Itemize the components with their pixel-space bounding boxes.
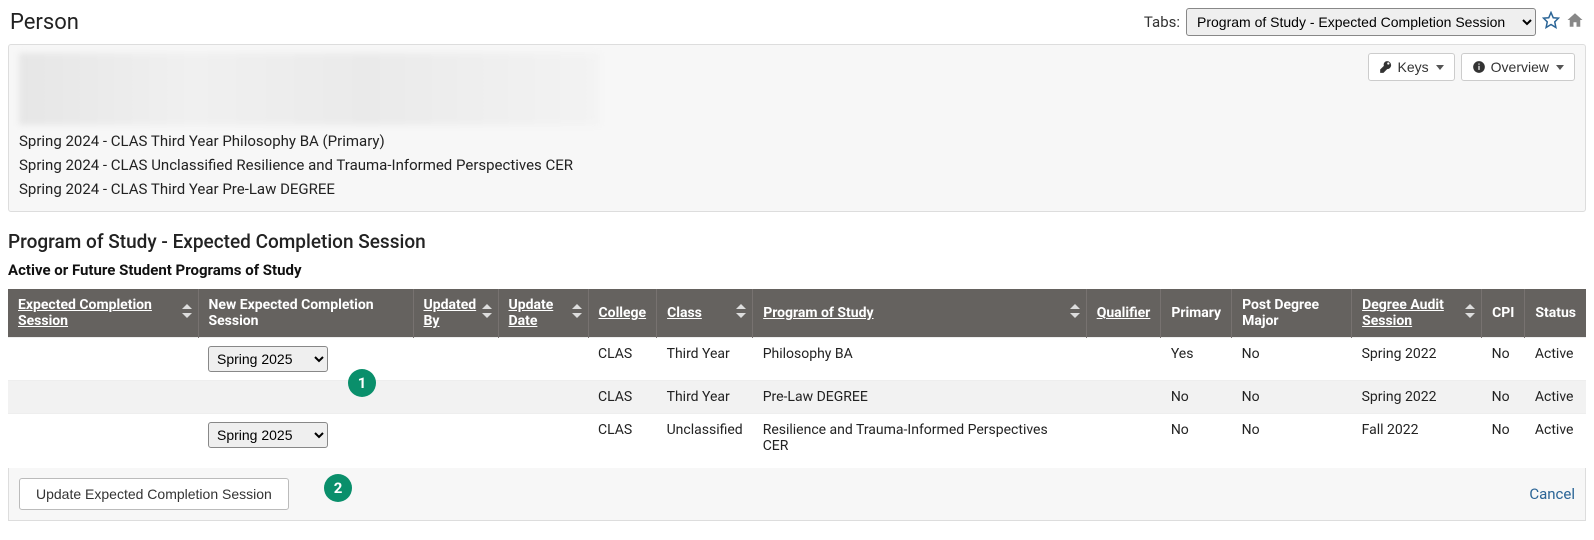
cell-cpi: No [1482,381,1525,414]
update-button[interactable]: Update Expected Completion Session [19,478,289,510]
cell-upddate [498,414,588,463]
cell-updby [413,381,498,414]
col-header-status: Status [1525,289,1586,338]
star-icon[interactable] [1542,11,1560,33]
programs-table: Expected Completion Session New Expected… [8,289,1586,462]
sort-icon [1070,304,1080,322]
cell-necs [198,381,413,414]
cancel-link[interactable]: Cancel [1529,485,1575,503]
context-panel: Keys Overview Spring 2024 - CLAS Third Y… [8,44,1586,212]
col-header-cpi: CPI [1482,289,1525,338]
context-program-line: Spring 2024 - CLAS Unclassified Resilien… [19,153,1575,177]
col-header-das[interactable]: Degree Audit Session [1352,289,1482,338]
sort-icon [1465,304,1475,322]
cell-status: Active [1525,381,1586,414]
col-header-college[interactable]: College [588,289,657,338]
cell-das: Spring 2022 [1352,338,1482,381]
cell-updby [413,338,498,381]
col-header-prim: Primary [1161,289,1232,338]
footer-bar: Update Expected Completion Session 2 Can… [8,468,1586,521]
col-header-updby[interactable]: Updated By [413,289,498,338]
section-subheading: Active or Future Student Programs of Stu… [8,261,1586,279]
cell-qual [1086,414,1161,463]
home-icon[interactable] [1566,11,1584,33]
cell-qual [1086,381,1161,414]
cell-prim: No [1161,381,1232,414]
annotation-marker: 1 [348,369,376,397]
cell-ecs [8,414,198,463]
caret-down-icon [1556,65,1564,70]
table-row: CLAS Third Year Pre-Law DEGREE No No Spr… [8,381,1586,414]
overview-button-label: Overview [1491,59,1549,75]
cell-pdm: No [1232,381,1352,414]
cell-college: CLAS [588,338,657,381]
cell-class: Third Year [657,381,753,414]
cell-prim: Yes [1161,338,1232,381]
info-icon [1472,60,1486,74]
cell-pdm: No [1232,414,1352,463]
cell-cpi: No [1482,414,1525,463]
page-title: Person [10,10,79,35]
cell-ecs [8,338,198,381]
key-icon [1379,60,1393,74]
cell-college: CLAS [588,381,657,414]
col-header-pos[interactable]: Program of Study [753,289,1087,338]
keys-button-label: Keys [1398,59,1429,75]
col-header-pdm: Post Degree Major [1232,289,1352,338]
cell-status: Active [1525,414,1586,463]
keys-button[interactable]: Keys [1368,53,1455,81]
cell-pos: Pre-Law DEGREE [753,381,1087,414]
new-ecs-select[interactable]: Spring 2025 [208,346,328,372]
new-ecs-select[interactable]: Spring 2025 [208,422,328,448]
caret-down-icon [1436,65,1444,70]
table-row: Spring 2025 CLAS Unclassified Resilience… [8,414,1586,463]
cell-pos: Philosophy BA [753,338,1087,381]
tabs-select[interactable]: Program of Study - Expected Completion S… [1186,8,1536,36]
context-program-line: Spring 2024 - CLAS Third Year Philosophy… [19,129,1575,153]
cell-qual [1086,338,1161,381]
cell-necs: Spring 2025 [198,414,413,463]
cell-upddate [498,338,588,381]
annotation-marker: 2 [324,474,352,502]
col-header-upddate[interactable]: Update Date [498,289,588,338]
col-header-necs: New Expected Completion Session [198,289,413,338]
cell-ecs [8,381,198,414]
sort-icon [736,304,746,322]
cell-cpi: No [1482,338,1525,381]
sort-icon [182,304,192,322]
cell-prim: No [1161,414,1232,463]
col-header-qual[interactable]: Qualifier [1086,289,1161,338]
cell-status: Active [1525,338,1586,381]
cell-class: Unclassified [657,414,753,463]
section-heading: Program of Study - Expected Completion S… [8,230,1586,253]
tabs-label: Tabs: [1144,13,1180,31]
cell-pos: Resilience and Trauma-Informed Perspecti… [753,414,1087,463]
cell-upddate [498,381,588,414]
context-program-line: Spring 2024 - CLAS Third Year Pre-Law DE… [19,177,1575,201]
cell-updby [413,414,498,463]
cell-class: Third Year [657,338,753,381]
table-row: Spring 2025 CLAS Third Year Philosophy B… [8,338,1586,381]
cell-necs: Spring 2025 [198,338,413,381]
col-header-ecs[interactable]: Expected Completion Session [8,289,198,338]
sort-icon [572,304,582,322]
redacted-region [19,53,599,125]
cell-das: Fall 2022 [1352,414,1482,463]
cell-das: Spring 2022 [1352,381,1482,414]
cell-pdm: No [1232,338,1352,381]
cell-college: CLAS [588,414,657,463]
col-header-class[interactable]: Class [657,289,753,338]
sort-icon [482,304,492,322]
overview-button[interactable]: Overview [1461,53,1575,81]
